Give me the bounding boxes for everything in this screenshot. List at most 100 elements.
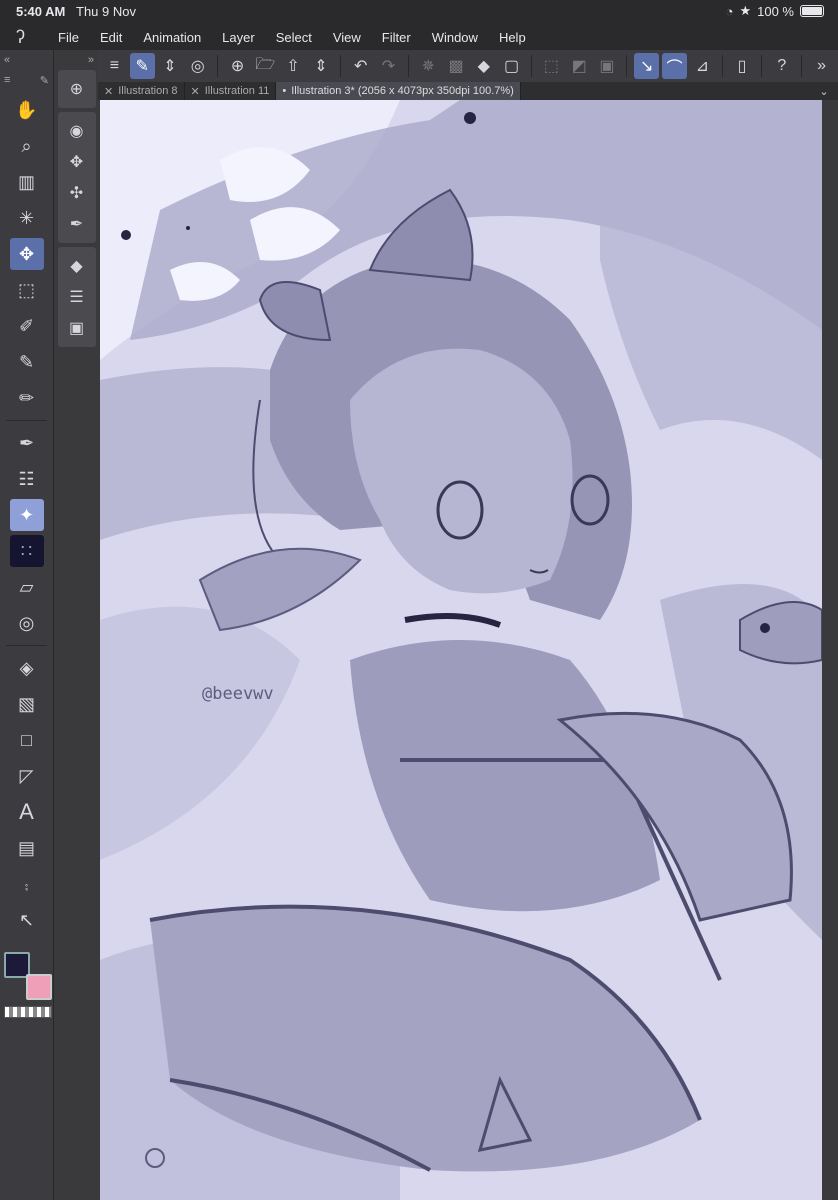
text-tool-icon[interactable]: A — [10, 796, 44, 828]
drawing-canvas[interactable]: @beevwv — [100, 100, 822, 1200]
pen-tool-icon[interactable]: ✎ — [10, 346, 44, 378]
hamburger-menu-icon[interactable]: ≡ — [102, 53, 127, 79]
battery-icon — [800, 5, 824, 17]
tab-list-chevron-icon[interactable]: ⌄ — [810, 82, 838, 100]
app-logo-icon[interactable]: ʔ — [0, 27, 58, 48]
eyedropper-tool-icon[interactable]: ✐ — [10, 310, 44, 342]
list-icon[interactable]: ≡ — [4, 74, 10, 86]
status-date: Thu 9 Nov — [76, 4, 136, 19]
brush-tool-icon[interactable]: ✒ — [10, 427, 44, 459]
tool-palette-header: « — [0, 50, 53, 70]
material-icon[interactable]: ▣ — [62, 314, 92, 342]
tab-label: Illustration 11 — [204, 85, 270, 97]
tab-illustration-11[interactable]: ✕ Illustration 11 — [185, 82, 277, 100]
hand-tool-icon[interactable]: ✋ — [10, 94, 44, 126]
sub-panel-bottom: ◆ ☰ ▣ — [57, 247, 96, 347]
selection-tool-icon[interactable]: ⬚ — [10, 274, 44, 306]
spiral-icon[interactable]: ◎ — [185, 53, 210, 79]
up-down-arrows-icon[interactable]: ⇕ — [158, 53, 183, 79]
navigator-icon[interactable]: ⊕ — [62, 75, 92, 103]
tool-property-icon[interactable]: ✥ — [62, 148, 92, 176]
save-icon[interactable]: ⇧ — [281, 53, 306, 79]
tab-label: Illustration 3* (2056 x 4073px 350dpi 10… — [291, 85, 514, 97]
canvas-tabs: ✕ Illustration 8 ✕ Illustration 11 • Ill… — [98, 82, 838, 100]
tool-palette-subheader: ≡ ✎ — [0, 70, 53, 90]
sub-tool-icon[interactable]: ◉ — [62, 117, 92, 145]
balloon-tool-icon[interactable]: ▤ — [10, 832, 44, 864]
open-folder-icon[interactable]: 🗁 — [253, 53, 278, 79]
sketch-artwork — [100, 100, 822, 1200]
figure-tool-icon[interactable]: □ — [10, 724, 44, 756]
edit-mode-icon[interactable]: ✎ — [129, 53, 155, 79]
snap-special-ruler-icon[interactable]: ⌒ — [662, 53, 687, 79]
tool-detail-icon[interactable]: ✣ — [62, 179, 92, 207]
menu-file[interactable]: File — [58, 30, 79, 45]
tab-illustration-8[interactable]: ✕ Illustration 8 — [98, 82, 185, 100]
menu-help[interactable]: Help — [499, 30, 526, 45]
new-file-icon[interactable]: ⊕ — [225, 53, 250, 79]
unsaved-dot-icon[interactable]: • — [282, 85, 286, 97]
close-icon[interactable]: ✕ — [104, 85, 113, 98]
brush-size-icon[interactable]: ✒ — [62, 210, 92, 238]
clear-icon[interactable]: ✵ — [416, 53, 441, 79]
wifi-icon: ◔ — [725, 3, 734, 19]
fill-selection-icon[interactable]: ▩ — [444, 53, 469, 79]
redo-icon[interactable]: ↷ — [376, 53, 401, 79]
snap-grid-icon[interactable]: ⊿ — [690, 53, 715, 79]
transform-icon[interactable]: ▢ — [499, 53, 524, 79]
airbrush-tool-icon[interactable]: ☷ — [10, 463, 44, 495]
undo-icon[interactable]: ↶ — [348, 53, 373, 79]
sub-color-swatch[interactable] — [26, 974, 52, 1000]
artist-watermark: @beevwv — [202, 684, 274, 704]
layers-icon[interactable]: ☰ — [62, 283, 92, 311]
correct-line-tool-icon[interactable]: ↖ — [10, 904, 44, 936]
pencil-tool-icon[interactable]: ✏ — [10, 382, 44, 414]
menu-layer[interactable]: Layer — [222, 30, 255, 45]
menu-edit[interactable]: Edit — [100, 30, 122, 45]
tool-palette: « ≡ ✎ ✋ ⌕ ▥ ✳ ✥ ⬚ ✐ ✎ ✏ ✒ ☷ ✦ ∷ ▱ ◎ ◈ ▧ … — [0, 50, 54, 1200]
frame-tool-icon[interactable]: ◸ — [10, 760, 44, 792]
up-down-arrows-2-icon[interactable]: ⇕ — [309, 53, 334, 79]
more-icon[interactable]: » — [809, 53, 834, 79]
smartphone-icon[interactable]: ▯ — [730, 53, 755, 79]
menu-filter[interactable]: Filter — [382, 30, 411, 45]
decoration-tool-icon[interactable]: ✦ — [9, 499, 44, 531]
pen-tab-icon[interactable]: ✎ — [40, 74, 49, 87]
zoom-tool-icon[interactable]: ⌕ — [10, 130, 44, 162]
show-selection-icon[interactable]: ▣ — [595, 53, 620, 79]
blend-tool-icon[interactable]: ◎ — [10, 607, 44, 639]
snap-ruler-icon[interactable]: ↘ — [634, 53, 660, 79]
status-bar: 5:40 AM Thu 9 Nov ◔ ★ 100 % — [0, 0, 838, 24]
gradient-tool-icon[interactable]: ▧ — [10, 688, 44, 720]
layer-property-icon[interactable]: ◆ — [62, 252, 92, 280]
transparent-color-swatch[interactable] — [4, 1006, 52, 1018]
collapse-icon[interactable]: « — [4, 54, 10, 66]
sub-panel-top: ⊕ — [57, 70, 96, 108]
auto-select-tool-icon[interactable]: ✳ — [10, 202, 44, 234]
move-tool-icon[interactable]: ✥ — [9, 238, 44, 270]
deselect-icon[interactable]: ⬚ — [539, 53, 564, 79]
tab-illustration-3[interactable]: • Illustration 3* (2056 x 4073px 350dpi … — [276, 82, 521, 100]
fill-tool-icon[interactable]: ◈ — [10, 652, 44, 684]
menu-window[interactable]: Window — [432, 30, 478, 45]
status-right: ◔ ★ 100 % — [726, 3, 824, 19]
expand-icon[interactable]: » — [88, 54, 94, 66]
sparkle-brush-icon[interactable]: ∷ — [9, 535, 44, 567]
menu-bar: ʔ File Edit Animation Layer Select View … — [0, 24, 838, 50]
operation-tool-icon[interactable]: ▥ — [10, 166, 44, 198]
close-icon[interactable]: ✕ — [191, 85, 200, 98]
flip-icon[interactable]: ◆ — [471, 53, 496, 79]
canvas-right-margin — [822, 100, 838, 1200]
eraser-tool-icon[interactable]: ▱ — [10, 571, 44, 603]
ruler-tool-icon[interactable]: ⨾ — [10, 868, 44, 900]
invert-selection-icon[interactable]: ◩ — [567, 53, 592, 79]
sub-panel-middle: ◉ ✥ ✣ ✒ — [57, 112, 96, 243]
star-icon: ★ — [739, 3, 752, 18]
battery-label: 100 % — [757, 3, 794, 19]
status-time: 5:40 AM — [16, 4, 66, 19]
menu-animation[interactable]: Animation — [143, 30, 201, 45]
command-bar: ≡ ✎ ⇕ ◎ ⊕ 🗁 ⇧ ⇕ ↶ ↷ ✵ ▩ ◆ ▢ ⬚ ◩ ▣ ↘ ⌒ ⊿ … — [98, 50, 838, 82]
menu-view[interactable]: View — [333, 30, 361, 45]
help-icon[interactable]: ? — [769, 53, 794, 79]
menu-select[interactable]: Select — [276, 30, 312, 45]
